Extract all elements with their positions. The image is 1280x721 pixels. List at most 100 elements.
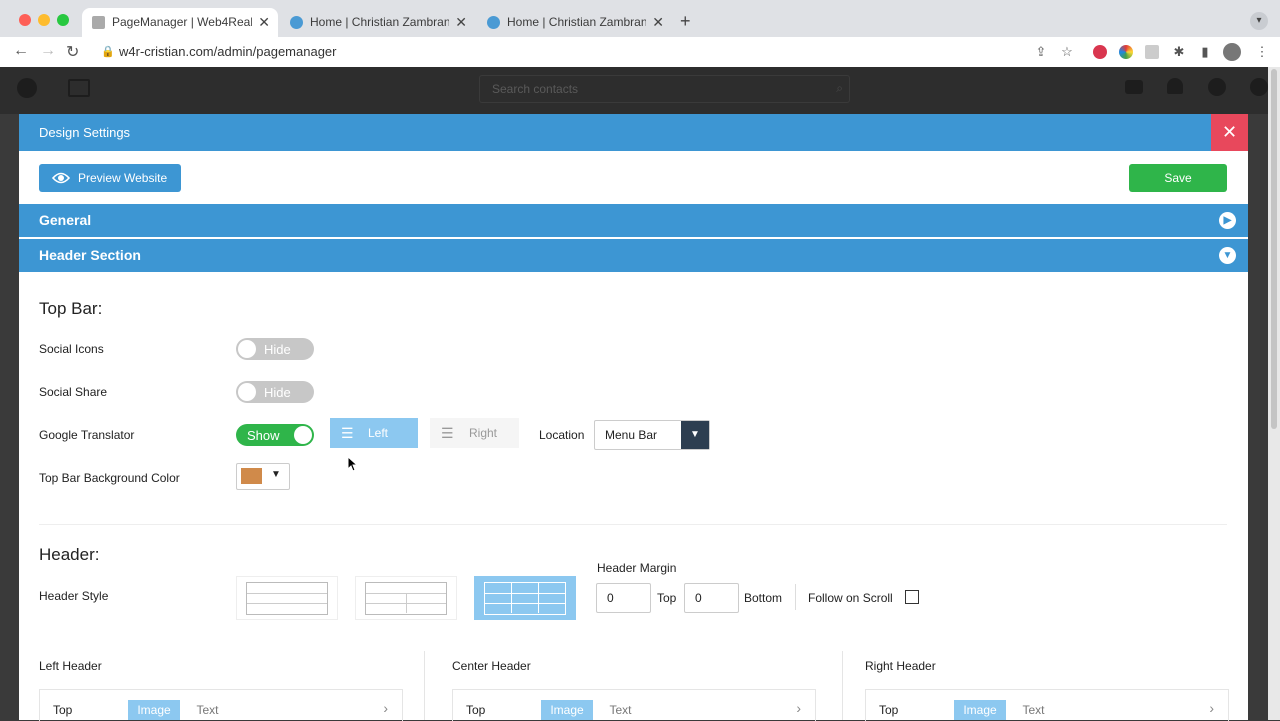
header-style-option-3[interactable] (474, 576, 576, 620)
save-button[interactable]: Save (1129, 164, 1227, 192)
column-divider (424, 651, 425, 720)
side-panel-icon[interactable]: ▮ (1197, 44, 1213, 60)
bg-color-picker[interactable]: ▼ (236, 463, 290, 490)
browser-tab-2[interactable]: Home | Christian Zambrano Re ✕ (280, 8, 475, 37)
left-header-title: Left Header (39, 659, 102, 673)
lock-icon[interactable]: 🔒 (101, 45, 115, 58)
style-line (538, 583, 539, 613)
tab-close-icon[interactable]: ✕ (258, 8, 270, 37)
bottom-label: Bottom (744, 591, 783, 605)
align-right-button[interactable]: ☰ Right (430, 418, 519, 448)
extensions-puzzle-icon[interactable]: ✱ (1171, 44, 1187, 60)
style-line (247, 593, 327, 594)
google-translator-toggle[interactable]: Show (236, 424, 314, 446)
margin-bottom-value: 0 (695, 591, 702, 605)
divider (795, 584, 796, 610)
text-option[interactable]: Text (185, 700, 230, 720)
accordion-header-section[interactable]: Header Section ▼ (19, 239, 1248, 272)
align-left-button[interactable]: ☰ Left (330, 418, 418, 448)
header-style-option-1[interactable] (236, 576, 338, 620)
extension-color-icon[interactable] (1119, 45, 1133, 59)
app-window-icon[interactable] (68, 79, 90, 97)
tab-close-icon[interactable]: ✕ (455, 8, 467, 37)
location-label: Location (539, 428, 585, 442)
center-header-row[interactable]: Top Image Text › (452, 689, 816, 721)
left-header-row[interactable]: Top Image Text › (39, 689, 403, 721)
page-scrollbar[interactable] (1268, 67, 1280, 720)
browser-tab-1[interactable]: PageManager | Web4Realty ✕ (82, 8, 278, 37)
chevron-right-icon: ▶ (1219, 212, 1236, 229)
extension-abp-icon[interactable] (1093, 45, 1107, 59)
align-right-icon: ☰ (441, 425, 454, 441)
back-icon[interactable]: ← (13, 42, 29, 60)
tab-close-icon[interactable]: ✕ (652, 8, 664, 37)
margin-top-value: 0 (607, 591, 614, 605)
top-bar-heading: Top Bar: (39, 299, 103, 318)
text-option[interactable]: Text (598, 700, 643, 720)
extension-k-icon[interactable] (1145, 45, 1159, 59)
location-select[interactable]: Menu Bar ▼ (594, 420, 710, 450)
share-icon[interactable]: ⇪ (1033, 44, 1049, 60)
preview-label: Preview Website (78, 171, 168, 185)
header-style-option-2[interactable] (355, 576, 457, 620)
image-option[interactable]: Image (954, 700, 1006, 720)
address-bar[interactable]: w4r-cristian.com/admin/pagemanager (119, 44, 336, 59)
style-line (485, 593, 565, 594)
align-left-label: Left (368, 426, 389, 440)
search-icon: ⌕ (836, 81, 843, 95)
app-top-bar: Search contacts ⌕ (0, 67, 1268, 114)
social-icons-toggle[interactable]: Hide (236, 338, 314, 360)
margin-top-input[interactable]: 0 (596, 583, 651, 613)
scrollbar-thumb[interactable] (1271, 69, 1277, 429)
app-logo-icon[interactable] (17, 78, 37, 98)
image-option[interactable]: Image (128, 700, 180, 720)
close-modal-button[interactable]: ✕ (1211, 114, 1248, 151)
style-line (247, 603, 327, 604)
image-option[interactable]: Image (541, 700, 593, 720)
chat-icon[interactable] (1125, 80, 1143, 94)
reload-icon[interactable]: ↻ (66, 42, 79, 62)
new-tab-icon[interactable]: + (680, 11, 691, 32)
center-header-title: Center Header (452, 659, 531, 673)
social-share-toggle[interactable]: Hide (236, 381, 314, 403)
window-close-dot[interactable] (19, 14, 31, 26)
accordion-general-label: General (39, 212, 92, 228)
social-share-label: Social Share (39, 385, 108, 399)
top-label: Top (657, 591, 677, 605)
preview-website-button[interactable]: Preview Website (39, 164, 181, 192)
profile-avatar[interactable] (1223, 43, 1241, 61)
forward-icon[interactable]: → (40, 42, 56, 60)
browser-menu-icon[interactable]: ⋮ (1254, 44, 1270, 60)
bell-icon[interactable] (1167, 78, 1183, 94)
gear-icon[interactable] (1250, 78, 1268, 96)
row-label: Top (53, 703, 73, 717)
style-line (485, 603, 565, 604)
bookmark-star-icon[interactable]: ☆ (1059, 44, 1075, 60)
window-maximize-dot[interactable] (57, 14, 69, 26)
browser-toolbar: ← → ↻ 🔒 w4r-cristian.com/admin/pagemanag… (0, 37, 1280, 68)
window-minimize-dot[interactable] (38, 14, 50, 26)
right-header-row[interactable]: Top Image Text › (865, 689, 1229, 721)
chevron-right-icon[interactable]: › (1209, 700, 1214, 716)
accordion-general[interactable]: General ▶ (19, 204, 1248, 237)
align-left-icon: ☰ (341, 425, 354, 441)
help-icon[interactable] (1208, 78, 1226, 96)
chevron-right-icon[interactable]: › (796, 700, 801, 716)
site-favicon-icon (290, 16, 303, 29)
eye-icon (52, 172, 70, 184)
search-contacts-input[interactable]: Search contacts ⌕ (479, 75, 850, 103)
chevron-right-icon[interactable]: › (383, 700, 388, 716)
browser-tab-3[interactable]: Home | Christian Zambrano Re ✕ (477, 8, 672, 37)
style-thumbnail (484, 582, 566, 615)
toggle-knob (238, 340, 256, 358)
follow-scroll-label: Follow on Scroll (808, 591, 893, 605)
follow-scroll-checkbox[interactable] (905, 590, 919, 604)
chevron-down-icon: ▼ (1219, 247, 1236, 264)
row-label: Top (466, 703, 486, 717)
toggle-state: Hide (264, 342, 291, 357)
text-option[interactable]: Text (1011, 700, 1056, 720)
tab-search-icon[interactable]: ▾ (1250, 12, 1268, 30)
style-line (511, 583, 512, 613)
right-header-title: Right Header (865, 659, 936, 673)
margin-bottom-input[interactable]: 0 (684, 583, 739, 613)
